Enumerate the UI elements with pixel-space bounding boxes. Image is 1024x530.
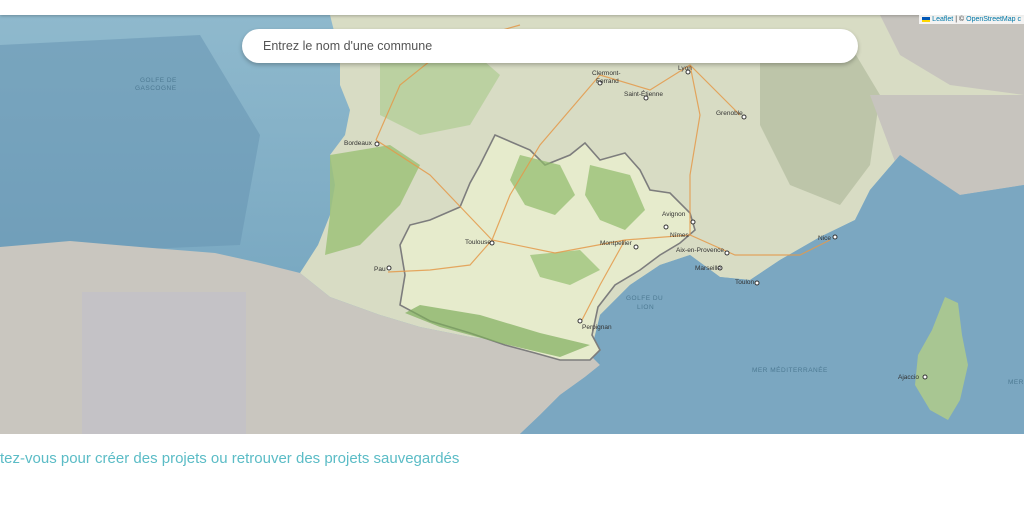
city-label-bordeaux: Bordeaux xyxy=(344,140,373,147)
login-call-to-action[interactable]: tez-vous pour créer des projets ou retro… xyxy=(0,450,459,467)
commune-search-bar[interactable] xyxy=(242,29,858,63)
city-label-lyon: Lyon xyxy=(678,65,692,72)
city-label-nice: Nice xyxy=(818,235,831,242)
top-navigation-bar xyxy=(0,0,1024,15)
city-label-toulon: Toulon xyxy=(735,279,755,286)
city-label-perpignan: Perpignan xyxy=(582,324,612,331)
city-label-ajaccio: Ajaccio xyxy=(898,374,919,381)
sea-label-lion: LION xyxy=(637,304,654,311)
map-canvas[interactable]: GOLFE DE GASCOGNE GOLFE DU LION MER MÉDI… xyxy=(0,15,1024,434)
sea-label-golfe-du: GOLFE DU xyxy=(626,295,663,302)
city-label-grenoble: Grenoble xyxy=(716,110,743,117)
map-attribution: Leaflet | © OpenStreetMap c xyxy=(919,15,1024,24)
city-label-nimes: Nîmes xyxy=(670,232,690,239)
city-label-clermont: Clermont- xyxy=(592,70,621,77)
city-label-aix: Aix-en-Provence xyxy=(676,247,724,254)
city-label-saint-etienne: Saint-Étienne xyxy=(624,89,663,98)
city-label-toulouse: Toulouse xyxy=(465,239,491,246)
sea-label-gascogne: GASCOGNE xyxy=(135,85,177,92)
leaflet-link[interactable]: Leaflet xyxy=(932,16,953,23)
city-label-ferrand: Ferrand xyxy=(596,78,619,85)
map-view[interactable]: GOLFE DE GASCOGNE GOLFE DU LION MER MÉDI… xyxy=(0,15,1024,434)
city-label-montpellier: Montpellier xyxy=(600,240,633,247)
openstreetmap-link[interactable]: OpenStreetMap c xyxy=(966,16,1021,23)
sea-label-mer: MER xyxy=(1008,379,1024,386)
attribution-separator: | © xyxy=(955,16,965,23)
map-tile-gap xyxy=(82,292,246,434)
ukraine-flag-icon xyxy=(922,17,931,22)
city-label-avignon: Avignon xyxy=(662,211,686,218)
sea-label-mediterranee: MER MÉDITERRANÉE xyxy=(752,365,828,374)
city-label-pau: Pau xyxy=(374,266,386,273)
city-label-marseille: Marseille xyxy=(695,265,721,272)
sea-label-golfe-de: GOLFE DE xyxy=(140,77,177,84)
commune-search-input[interactable] xyxy=(261,38,845,54)
